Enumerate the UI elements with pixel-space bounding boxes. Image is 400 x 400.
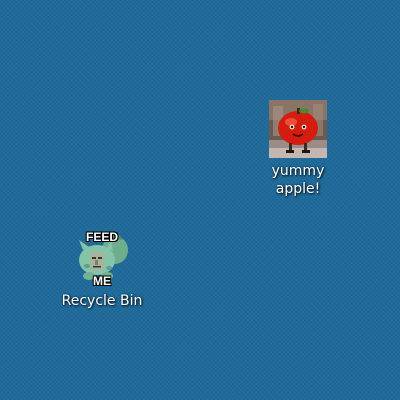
desktop-icon-recycle-bin[interactable]: FEED ME Recycle Bin: [57, 228, 147, 310]
label-line: yummy: [271, 163, 325, 179]
desktop-icon-yummy-apple[interactable]: yummy apple!: [253, 100, 343, 198]
apple-picture-icon: [269, 100, 327, 158]
recycle-bin-icon: FEED ME: [71, 228, 133, 288]
label-line: Recycle Bin: [61, 293, 143, 309]
meme-top-text: FEED: [85, 230, 118, 244]
meme-bottom-text: ME: [93, 274, 111, 288]
desktop-icon-label: Recycle Bin: [57, 292, 147, 310]
label-line: apple!: [275, 181, 321, 197]
desktop-icon-label: yummy apple!: [253, 162, 343, 198]
desktop[interactable]: yummy apple! FEED ME Recycle Bin: [0, 0, 400, 400]
